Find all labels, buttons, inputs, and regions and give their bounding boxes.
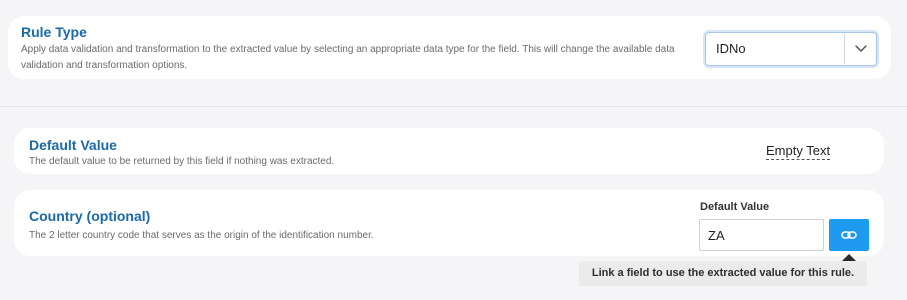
link-icon	[841, 231, 857, 239]
link-field-tooltip: Link a field to use the extracted value …	[579, 261, 867, 286]
rule-type-description: Apply data validation and transformation…	[21, 44, 675, 71]
select-divider	[844, 34, 845, 64]
chevron-down-icon[interactable]	[848, 40, 874, 58]
default-value-title: Default Value	[29, 137, 117, 153]
country-default-value-label: Default Value	[700, 201, 770, 213]
country-default-value-input[interactable]	[699, 219, 824, 251]
default-value-editable[interactable]: Empty Text	[766, 143, 831, 160]
tooltip-arrow	[842, 254, 856, 261]
country-description: The 2 letter country code that serves as…	[29, 230, 374, 241]
link-field-button[interactable]	[829, 219, 869, 251]
country-title: Country (optional)	[29, 208, 151, 224]
rule-type-card: Rule Type Apply data validation and tran…	[8, 16, 891, 79]
default-value-description: The default value to be returned by this…	[29, 156, 335, 167]
country-card: Country (optional) The 2 letter country …	[14, 190, 884, 256]
rule-type-select-value: IDNo	[716, 41, 746, 56]
rule-type-title: Rule Type	[21, 24, 87, 40]
section-separator	[0, 106, 907, 107]
default-value-card: Default Value The default value to be re…	[14, 128, 884, 174]
rule-type-select[interactable]: IDNo	[705, 32, 877, 66]
